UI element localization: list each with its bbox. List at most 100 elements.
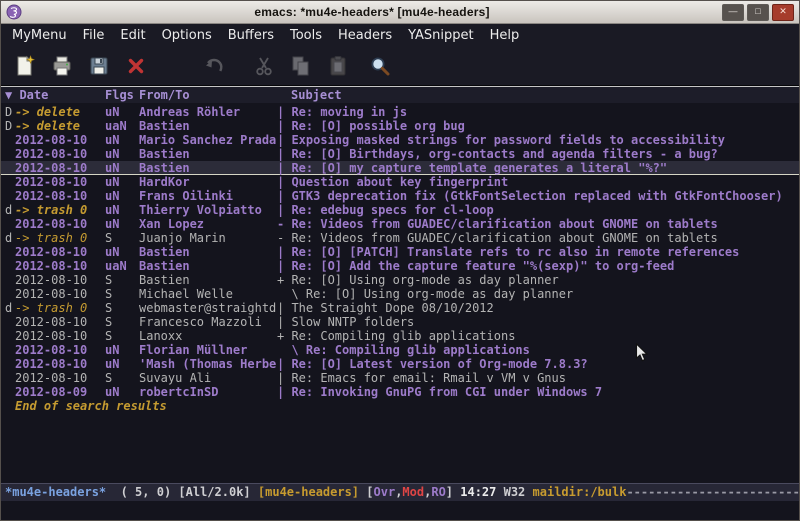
message-list: D-> deleteuNAndreas Röhler| Re: moving i… (1, 105, 799, 399)
row-from: Mario Sanchez Prada (139, 133, 277, 147)
menu-yasnippet[interactable]: YASnippet (400, 26, 482, 45)
modeline-segment: RO (431, 485, 445, 499)
message-row[interactable]: 2012-08-10SLanoxx+ Re: Compiling glib ap… (1, 329, 799, 343)
mode-line[interactable]: *mu4e-headers* ( 5, 0) [All/2.0k] [mu4e-… (1, 483, 799, 501)
row-mark: D (5, 105, 15, 119)
message-row[interactable]: 2012-08-10SFrancesco Mazzoli| Slow NNTP … (1, 315, 799, 329)
title-bar[interactable]: emacs: *mu4e-headers* [mu4e-headers] — □… (1, 1, 799, 24)
toolbar-save-button[interactable] (83, 51, 115, 81)
toolbar-new-file-button[interactable] (9, 51, 41, 81)
column-header-flags[interactable]: Flgs (105, 88, 139, 102)
row-mark: d (5, 301, 15, 315)
column-header-subject[interactable]: Subject (277, 88, 799, 102)
message-row[interactable]: D-> deleteuNAndreas Röhler| Re: moving i… (1, 105, 799, 119)
row-date: 2012-08-10 (15, 315, 105, 329)
row-flags: uN (105, 203, 139, 217)
minimize-button[interactable]: — (722, 4, 744, 21)
row-flags: uN (105, 217, 139, 231)
toolbar-search-button[interactable] (364, 51, 396, 81)
menu-headers[interactable]: Headers (330, 26, 400, 45)
message-row[interactable]: 2012-08-10SMichael Welle \ Re: [O] Using… (1, 287, 799, 301)
row-date: 2012-08-10 (15, 329, 105, 343)
message-row[interactable]: 2012-08-10uNBastien| Re: [O] Birthdays, … (1, 147, 799, 161)
row-mark: d (5, 231, 15, 245)
row-from: Bastien (139, 147, 277, 161)
row-from: webmaster@straightd... (139, 301, 277, 315)
save-icon (87, 54, 111, 78)
message-row[interactable]: 2012-08-10uNMario Sanchez Prada| Exposin… (1, 133, 799, 147)
message-row[interactable]: 2012-08-10uNXan Lopez- Re: Videos from G… (1, 217, 799, 231)
row-flags: uN (105, 161, 139, 175)
row-subject: | Re: Invoking GnuPG from CGI under Wind… (277, 385, 799, 399)
message-row[interactable]: 2012-08-10SSuvayu Ali| Re: Emacs for ema… (1, 371, 799, 385)
row-from: Bastien (139, 245, 277, 259)
row-subject: \ Re: [O] Using org-mode as day planner (277, 287, 799, 301)
message-row[interactable]: 2012-08-10uNBastien| Re: [O] [PATCH] Tra… (1, 245, 799, 259)
modeline-segment: Ovr (374, 485, 396, 499)
cut-icon (252, 54, 276, 78)
close-button[interactable]: ✕ (772, 4, 794, 21)
row-date: 2012-08-10 (15, 287, 105, 301)
toolbar-paste-button[interactable] (322, 51, 354, 81)
row-mark (5, 259, 15, 273)
row-move-target: -> delete (15, 105, 105, 119)
row-flags: S (105, 301, 139, 315)
buffer-area: D-> deleteuNAndreas Röhler| Re: moving i… (1, 103, 799, 483)
row-mark (5, 189, 15, 203)
message-row[interactable]: 2012-08-10uNFlorian Müllner \ Re: Compil… (1, 343, 799, 357)
row-mark (5, 357, 15, 371)
message-row[interactable]: 2012-08-10SBastien+ Re: [O] Using org-mo… (1, 273, 799, 287)
row-flags: uN (105, 245, 139, 259)
toolbar-cut-button[interactable] (248, 51, 280, 81)
message-row[interactable]: d-> trash 0Swebmaster@straightd...| The … (1, 301, 799, 315)
row-flags: S (105, 329, 139, 343)
row-subject: | Re: edebug specs for cl-loop (277, 203, 799, 217)
message-row[interactable]: 2012-08-10uNFrans Oilinki| GTK3 deprecat… (1, 189, 799, 203)
row-mark (5, 147, 15, 161)
toolbar-undo-button[interactable] (198, 51, 230, 81)
row-mark: D (5, 119, 15, 133)
row-subject: | Re: [O] Birthdays, org-contacts and ag… (277, 147, 799, 161)
row-from: Suvayu Ali (139, 371, 277, 385)
row-from: Bastien (139, 273, 277, 287)
copy-icon (289, 54, 313, 78)
row-flags: S (105, 231, 139, 245)
maximize-button[interactable]: □ (747, 4, 769, 21)
message-row[interactable]: d-> trash 0SJuanjo Marin- Re: Videos fro… (1, 231, 799, 245)
menu-mymenu[interactable]: MyMenu (4, 26, 75, 45)
message-row[interactable]: D-> deleteuaNBastien| Re: [O] possible o… (1, 119, 799, 133)
menu-buffers[interactable]: Buffers (220, 26, 282, 45)
modeline-segment: W32 (504, 485, 533, 499)
message-row[interactable]: d-> trash 0uNThierry Volpiatto| Re: edeb… (1, 203, 799, 217)
menu-help[interactable]: Help (482, 26, 528, 45)
message-row[interactable]: 2012-08-09uNrobertcInSD| Re: Invoking Gn… (1, 385, 799, 399)
row-from: Thierry Volpiatto (139, 203, 277, 217)
column-header-date[interactable]: ▼ Date (5, 88, 105, 102)
row-move-target: -> trash 0 (15, 203, 105, 217)
message-row[interactable]: 2012-08-10uNHardKor| Question about key … (1, 175, 799, 189)
row-mark (5, 329, 15, 343)
modeline-segment: ( 5, 0) (106, 485, 178, 499)
menu-options[interactable]: Options (154, 26, 220, 45)
row-subject: | Question about key fingerprint (277, 175, 799, 189)
toolbar-close-button[interactable] (120, 51, 152, 81)
message-row[interactable]: 2012-08-10uNBastien| Re: [O] my capture … (1, 161, 799, 175)
row-from: Bastien (139, 119, 277, 133)
row-mark (5, 217, 15, 231)
column-header-from[interactable]: From/To (139, 88, 277, 102)
message-row[interactable]: 2012-08-10uN'Mash (Thomas Herbert)| Re: … (1, 357, 799, 371)
row-from: Bastien (139, 161, 277, 175)
modeline-segment: [mu4e-headers] (258, 485, 359, 499)
menu-edit[interactable]: Edit (112, 26, 153, 45)
echo-area[interactable] (1, 501, 799, 520)
toolbar-copy-button[interactable] (285, 51, 317, 81)
menu-file[interactable]: File (75, 26, 113, 45)
row-date: 2012-08-10 (15, 175, 105, 189)
row-mark (5, 273, 15, 287)
menu-tools[interactable]: Tools (282, 26, 330, 45)
menu-bar: MyMenuFileEditOptionsBuffersToolsHeaders… (1, 24, 799, 47)
modeline-segment: ----------------------------------------… (626, 485, 799, 499)
row-flags: uN (105, 175, 139, 189)
toolbar-print-button[interactable] (46, 51, 78, 81)
message-row[interactable]: 2012-08-10uaNBastien| Re: [O] Add the ca… (1, 259, 799, 273)
